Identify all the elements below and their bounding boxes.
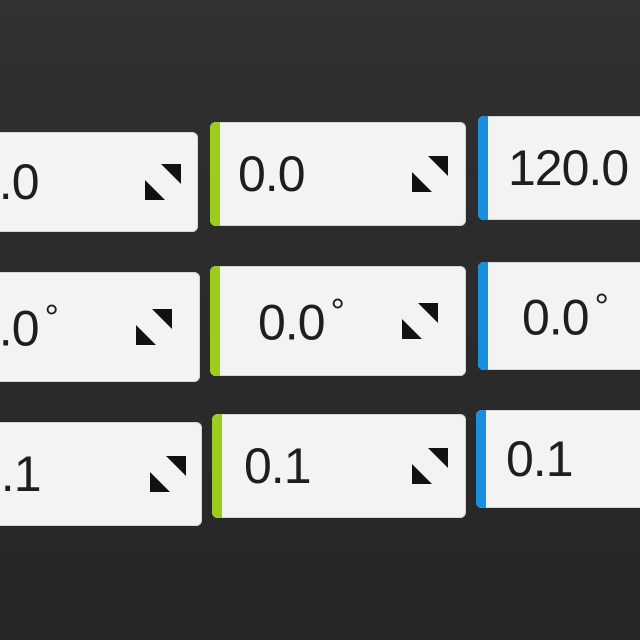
location-y-arrow-icon[interactable] xyxy=(410,154,450,194)
y-axis-accent xyxy=(210,266,220,376)
rotation-x-value: 0.0° xyxy=(0,296,59,357)
scale-x-field[interactable]: 0.1 xyxy=(0,422,202,526)
scale-x-value: 0.1 xyxy=(0,446,42,502)
z-axis-accent xyxy=(478,262,488,370)
rotation-x-arrow-icon[interactable] xyxy=(134,307,174,347)
rotation-z-value: 0.0 ° xyxy=(522,285,609,346)
scale-x-arrow-icon[interactable] xyxy=(148,454,188,494)
z-axis-accent xyxy=(476,410,486,508)
location-z-field[interactable]: 120.0 xyxy=(478,116,640,220)
panel-header-area xyxy=(0,0,640,100)
y-axis-accent xyxy=(212,414,222,518)
y-axis-accent xyxy=(210,122,220,226)
location-z-value: 120.0 xyxy=(508,140,629,196)
location-y-value: 0.0 xyxy=(238,146,306,202)
scale-z-value: 0.1 xyxy=(506,431,574,487)
rotation-x-unit: ° xyxy=(44,296,59,338)
rotation-x-field[interactable]: 0.0° xyxy=(0,272,200,382)
transform-panel: 0.0 0.0 120.0 0.0° 0.0° 0.0° 0.1 xyxy=(0,0,640,640)
z-axis-accent xyxy=(478,116,488,220)
scale-y-value: 0.1 xyxy=(244,438,312,494)
rotation-y-unit: ° xyxy=(330,290,345,332)
location-y-field[interactable]: 0.0 xyxy=(210,122,466,226)
rotation-y-value: 0.0 ° xyxy=(258,290,345,351)
rotation-z-unit: ° xyxy=(594,285,609,327)
rotation-z-field[interactable]: 0.0 ° xyxy=(478,262,640,370)
rotation-y-arrow-icon[interactable] xyxy=(400,301,440,341)
location-x-value: 0.0 xyxy=(0,154,40,210)
location-x-field[interactable]: 0.0 xyxy=(0,132,198,232)
scale-y-arrow-icon[interactable] xyxy=(410,446,450,486)
scale-z-field[interactable]: 0.1 xyxy=(476,410,640,508)
scale-y-field[interactable]: 0.1 xyxy=(212,414,466,518)
location-x-arrow-icon[interactable] xyxy=(143,162,183,202)
rotation-y-field[interactable]: 0.0 ° xyxy=(210,266,466,376)
